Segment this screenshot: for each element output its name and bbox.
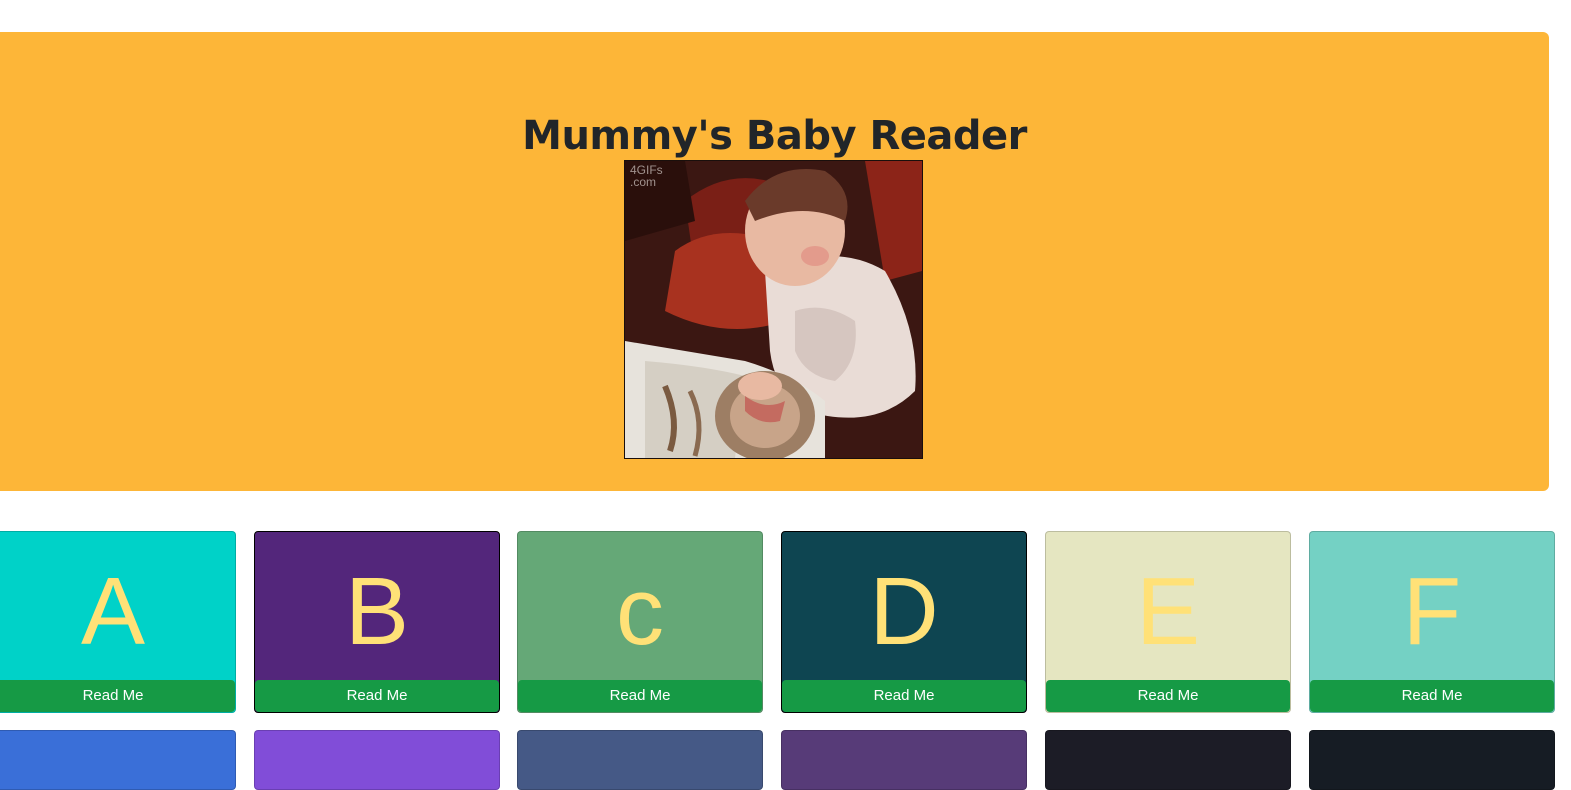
watermark-line-2: .com	[630, 175, 657, 189]
read-me-button[interactable]: Read Me	[1046, 680, 1290, 712]
letter-card-g	[0, 730, 236, 790]
gif-watermark: 4GIFs .com	[630, 164, 663, 188]
letter-card-l	[1309, 730, 1555, 790]
card-letter: E	[1135, 558, 1201, 665]
read-me-button[interactable]: Read Me	[518, 680, 762, 712]
letter-card-d: D Read Me	[781, 531, 1027, 713]
letter-card-b: B Read Me	[254, 531, 500, 713]
card-letter: D	[869, 558, 939, 665]
read-me-button[interactable]: Read Me	[255, 680, 499, 712]
letter-card-j	[781, 730, 1027, 790]
card-letter: A	[80, 558, 146, 665]
card-letter: F	[1402, 558, 1462, 665]
hero-banner: Mummy's Baby Reader 4GIFs .com	[0, 32, 1549, 491]
letter-card-k	[1045, 730, 1291, 790]
card-letter: c	[616, 558, 664, 665]
letter-card-grid: A Read Me B Read Me c Read Me D Read Me …	[0, 531, 1571, 790]
read-me-button[interactable]: Read Me	[0, 680, 235, 712]
letter-card-c: c Read Me	[517, 531, 763, 713]
card-letter: B	[344, 558, 410, 665]
baby-reading-illustration	[625, 161, 922, 458]
letter-card-h	[254, 730, 500, 790]
baby-reading-gif: 4GIFs .com	[624, 160, 923, 459]
letter-card-i	[517, 730, 763, 790]
letter-card-e: E Read Me	[1045, 531, 1291, 713]
page-title: Mummy's Baby Reader	[522, 113, 1027, 159]
read-me-button[interactable]: Read Me	[1310, 680, 1554, 712]
letter-card-f: F Read Me	[1309, 531, 1555, 713]
read-me-button[interactable]: Read Me	[782, 680, 1026, 712]
letter-card-a: A Read Me	[0, 531, 236, 713]
